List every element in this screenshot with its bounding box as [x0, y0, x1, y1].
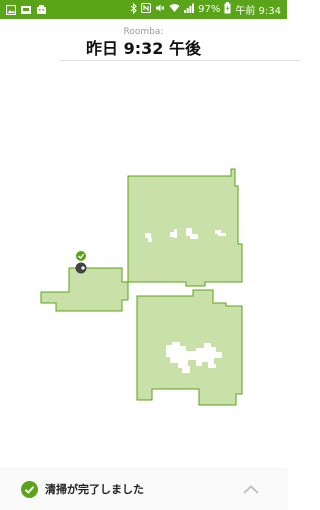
robot-icon [36, 0, 47, 19]
status-bar: 97% 午前 9:34 [0, 0, 287, 19]
chevron-up-icon[interactable] [241, 482, 261, 498]
robot-name-label: Roomba: [123, 27, 164, 37]
status-bar-notifications [5, 0, 47, 19]
check-circle-icon [21, 481, 38, 498]
robot-dock[interactable] [75, 251, 87, 274]
gallery-icon [5, 0, 17, 19]
page-title: 昨日 9:32 午後 [86, 39, 201, 58]
header: Roomba: 昨日 9:32 午後 [0, 26, 287, 60]
cleaning-complete-text: 清掃が完了しました [45, 483, 144, 496]
cleaned-area [40, 168, 243, 406]
cleaning-map[interactable] [0, 150, 287, 420]
robot-icon [75, 262, 87, 274]
status-time: 午前 9:34 [235, 6, 281, 17]
battery-percent: 97% [198, 4, 221, 15]
bluetooth-icon [130, 2, 137, 17]
mute-icon [155, 3, 165, 16]
nfc-icon [141, 2, 152, 16]
battery-icon [224, 2, 231, 17]
cleaning-status-panel[interactable]: 清掃が完了しました [0, 470, 287, 510]
status-bar-system: 97% 午前 9:34 [130, 1, 281, 18]
dock-check-icon [76, 251, 86, 261]
wifi-icon [169, 3, 180, 16]
image-icon [21, 0, 31, 19]
header-divider [60, 60, 300, 61]
signal-icon [184, 3, 195, 16]
